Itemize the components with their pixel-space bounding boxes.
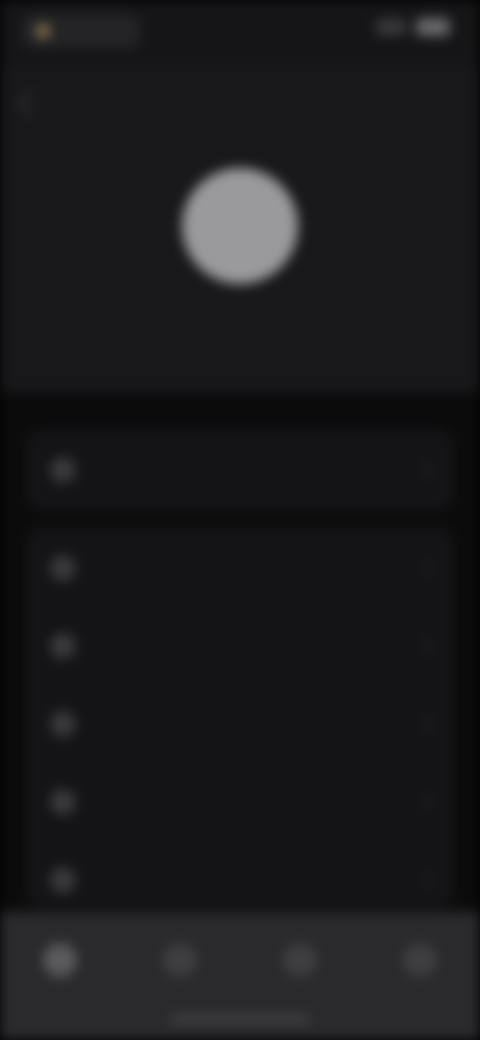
menu-card — [26, 528, 454, 908]
chevron-right-icon — [415, 461, 433, 479]
menu-item-logout[interactable] — [50, 860, 433, 900]
status-indicator — [22, 14, 140, 48]
nav-item-search[interactable] — [150, 930, 210, 990]
recording-dot-icon — [36, 24, 50, 38]
primary-card-row[interactable] — [50, 450, 433, 490]
lock-icon — [50, 711, 76, 737]
status-bar — [0, 0, 480, 64]
bell-icon — [50, 633, 76, 659]
nav-item-home[interactable] — [30, 930, 90, 990]
chevron-right-icon — [415, 559, 433, 577]
chevron-right-icon — [415, 715, 433, 733]
battery-icon — [416, 18, 450, 36]
menu-item-privacy[interactable] — [50, 704, 433, 744]
menu-item-notifications[interactable] — [50, 626, 433, 666]
gear-icon — [50, 555, 76, 581]
search-icon — [163, 943, 197, 977]
chevron-right-icon — [415, 637, 433, 655]
nav-item-chat[interactable] — [270, 930, 330, 990]
chat-icon — [283, 943, 317, 977]
nav-item-profile[interactable] — [390, 930, 450, 990]
menu-item-settings[interactable] — [50, 548, 433, 588]
star-icon — [50, 457, 76, 483]
chevron-left-icon[interactable] — [18, 90, 45, 117]
signal-icon — [376, 19, 406, 35]
help-icon — [50, 789, 76, 815]
profile-icon — [403, 943, 437, 977]
profile-header — [0, 64, 480, 392]
menu-item-help[interactable] — [50, 782, 433, 822]
chevron-right-icon — [415, 793, 433, 811]
status-right-group — [376, 18, 450, 36]
primary-card[interactable] — [26, 430, 454, 510]
avatar[interactable] — [182, 168, 298, 284]
home-icon — [43, 943, 77, 977]
app-screen — [0, 0, 480, 1040]
home-indicator[interactable] — [170, 1016, 310, 1022]
logout-icon — [50, 867, 76, 893]
chevron-right-icon — [415, 871, 433, 889]
